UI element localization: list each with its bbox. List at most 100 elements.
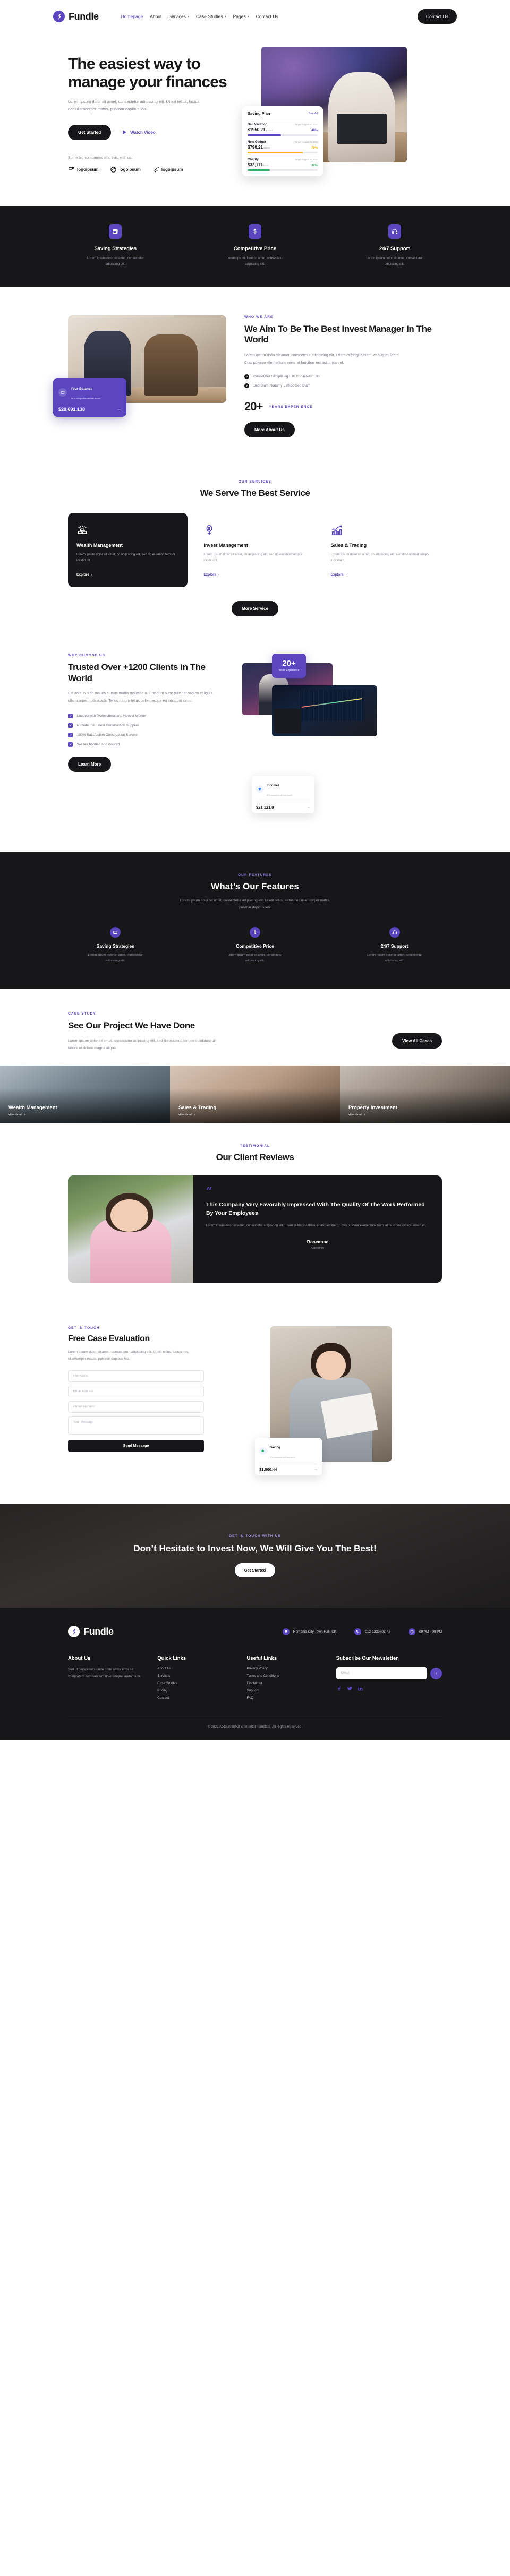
facebook-icon[interactable]	[336, 1686, 342, 1691]
project-link[interactable]: view detail ›	[178, 1113, 216, 1117]
footer-phone: 012-1239803-42	[354, 1628, 390, 1635]
cta-get-started-button[interactable]: Get Started	[234, 1563, 276, 1578]
case-study-section: CASE STUDY See Our Project We Have Done …	[0, 989, 510, 1123]
saving-row-percent: 79%	[311, 147, 318, 150]
footer-link-services[interactable]: Services	[157, 1674, 233, 1678]
nav-label: Homepage	[121, 14, 143, 19]
client-logos: logoipsum logoipsum logoipsum	[68, 166, 234, 173]
footer-link-pricing[interactable]: Pricing	[157, 1689, 233, 1693]
project-card-property-investment[interactable]: Property Investment view detail ›	[340, 1065, 510, 1123]
highlight-item: 24/7 Support Lorem ipsum dolor sit amet,…	[332, 224, 457, 268]
project-title: Wealth Management	[8, 1104, 57, 1111]
full-name-input[interactable]	[68, 1370, 204, 1382]
brand-name: Fundle	[69, 11, 99, 22]
project-cards-row: Wealth Management view detail › Sales & T…	[0, 1065, 510, 1123]
footer-link-about-us[interactable]: About Us	[157, 1667, 233, 1670]
nav-link-case-studies[interactable]: Case Studies ▾	[196, 14, 226, 19]
feature-text: Lorem ipsum dolor sit amet, consectetur …	[227, 953, 283, 963]
footer-link-contact[interactable]: Contact	[157, 1696, 233, 1700]
footer-link-disclaimer[interactable]: Disclaimer	[247, 1681, 322, 1685]
saving-row-name: New Gadget	[248, 141, 266, 144]
years-label: YEARS EXPERIENCE	[269, 405, 313, 409]
contact-visual: Saving 8 % compared with last month $1,0…	[248, 1326, 434, 1480]
arrow-right-icon[interactable]: →	[307, 805, 310, 809]
service-text: Lorem ipsum dolor sit amet, co adipiscin…	[76, 553, 175, 563]
nav-link-homepage[interactable]: Homepage	[121, 14, 143, 19]
brand-logo[interactable]: Fundle	[53, 11, 99, 22]
service-card-wealth-management[interactable]: Wealth Management Lorem ipsum dolor sit …	[68, 513, 188, 587]
dollar-icon	[250, 926, 260, 938]
saving-row-percent: 48%	[311, 129, 318, 132]
learn-more-button[interactable]: Learn More	[68, 756, 112, 772]
email-input[interactable]	[68, 1385, 204, 1397]
project-card-sales-trading[interactable]: Sales & Trading view detail ›	[170, 1065, 340, 1123]
arrow-right-icon[interactable]: →	[117, 407, 121, 411]
footer-link-privacy-policy[interactable]: Privacy Policy	[247, 1667, 322, 1670]
testimonial-photo	[68, 1175, 193, 1283]
newsletter-submit-button[interactable]: ›	[430, 1667, 442, 1679]
footer-link-support[interactable]: Support	[247, 1689, 322, 1693]
service-explore-link[interactable]: Explore ›	[76, 573, 179, 577]
nav-link-pages[interactable]: Pages ▾	[233, 14, 249, 19]
nav-link-contact-us[interactable]: Contact Us	[256, 14, 278, 19]
checkbox-checked-icon	[68, 713, 73, 718]
footer-link-faq[interactable]: FAQ	[247, 1696, 322, 1700]
get-started-button[interactable]: Get Started	[68, 124, 112, 140]
services-eyebrow: OUR SERVICES	[238, 480, 272, 484]
checkbox-checked-icon	[68, 723, 73, 728]
nav-link-services[interactable]: Services ▾	[168, 14, 189, 19]
list-item: We are bonded and insured	[68, 742, 228, 747]
arrow-right-icon[interactable]: →	[314, 1467, 318, 1471]
testimonial-card: “ This Company Very Favorably Impressed …	[193, 1175, 442, 1283]
list-item: Sed Diam Nonumy Eirmod Sed Diam	[244, 383, 457, 389]
newsletter-email-input[interactable]	[336, 1667, 427, 1680]
footer-link-case-studies[interactable]: Case Studies	[157, 1681, 233, 1685]
more-service-button[interactable]: More Service	[232, 600, 278, 616]
play-icon	[123, 130, 127, 135]
saving-plan-see-all-link[interactable]: See All	[309, 112, 318, 115]
phone-input[interactable]	[68, 1401, 204, 1413]
project-card-wealth-management[interactable]: Wealth Management view detail ›	[0, 1065, 170, 1123]
checkbox-checked-icon	[68, 742, 73, 747]
contact-eyebrow: GET IN TOUCH	[68, 1326, 100, 1330]
cta-title: Don’t Hesitate to Invest Now, We Will Gi…	[133, 1543, 377, 1553]
check-label: Provide the Finest Construction Supplies	[77, 723, 140, 727]
footer-brand-logo[interactable]: Fundle	[68, 1626, 114, 1638]
features-grid: Saving Strategies Lorem ipsum dolor sit …	[53, 926, 457, 964]
why-eyebrow: WHY CHOOSE US	[68, 653, 106, 657]
project-link[interactable]: view detail ›	[348, 1113, 397, 1117]
features-section: OUR FEATURES What’s Our Features Lorem i…	[0, 852, 510, 989]
saving-plan-title: Saving Plan	[248, 111, 270, 116]
about-copy: WHO WE ARE We Aim To Be The Best Invest …	[244, 315, 457, 438]
linkedin-icon[interactable]	[358, 1686, 363, 1691]
service-explore-link[interactable]: Explore ›	[203, 573, 306, 577]
clock-icon	[409, 1628, 415, 1635]
footer-link-terms[interactable]: Terms and Conditions	[247, 1674, 322, 1678]
saving-row-target: Target: August 25 2022	[294, 158, 318, 161]
project-link[interactable]: view detail ›	[8, 1113, 57, 1117]
testimonial-author-name: Roseanne	[307, 1239, 329, 1244]
logo-logoipsum-1: logoipsum	[68, 166, 98, 173]
service-explore-link[interactable]: Explore ›	[331, 573, 434, 577]
watch-video-button[interactable]: Watch Video	[123, 130, 156, 135]
header-contact-button[interactable]: Contact Us	[417, 9, 457, 24]
more-about-us-button[interactable]: More About Us	[244, 422, 295, 438]
case-eyebrow: CASE STUDY	[68, 1011, 96, 1016]
send-message-button[interactable]: Send Message	[68, 1439, 204, 1452]
message-input[interactable]	[68, 1416, 204, 1435]
saving-row-amount: $32,111/$100	[248, 162, 269, 167]
nav-label: Contact Us	[256, 14, 278, 19]
twitter-icon[interactable]	[347, 1686, 353, 1691]
checkbox-checked-icon	[68, 732, 73, 737]
cta-eyebrow: GET IN TOUCH WITH US	[229, 1534, 281, 1538]
features-lead: Lorem ipsum dolor sit amet, consectetur …	[180, 898, 330, 909]
view-all-cases-button[interactable]: View All Cases	[392, 1033, 442, 1049]
service-card-invest-management[interactable]: Invest Management Lorem ipsum dolor sit …	[195, 513, 315, 587]
heart-icon	[256, 785, 264, 793]
chart-up-icon	[331, 522, 434, 536]
testimonial-title: Our Client Reviews	[216, 1152, 294, 1162]
nav-link-about[interactable]: About	[150, 14, 162, 19]
case-evaluation-form: Send Message	[68, 1370, 204, 1452]
why-copy: WHY CHOOSE US Trusted Over +1200 Clients…	[53, 654, 228, 829]
service-card-sales-trading[interactable]: Sales & Trading Lorem ipsum dolor sit am…	[322, 513, 442, 587]
